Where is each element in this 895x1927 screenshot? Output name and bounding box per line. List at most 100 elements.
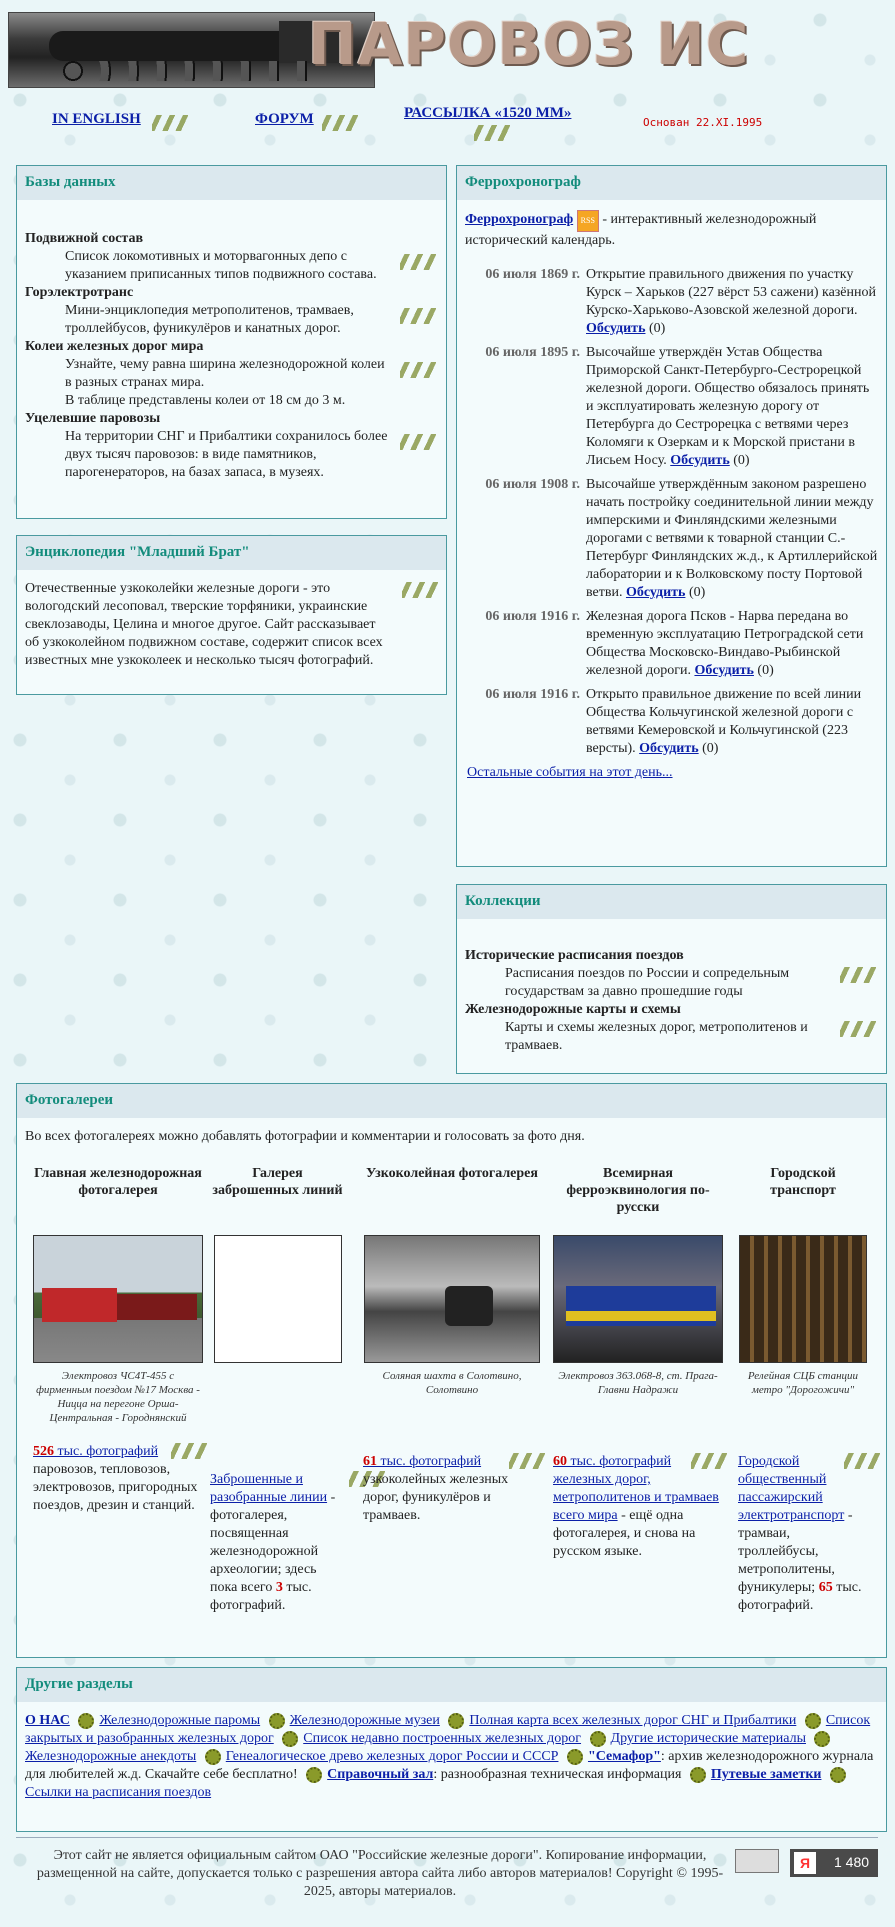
full-map-link[interactable]: Полная карта всех железных дорог СНГ и П… (469, 1713, 796, 1728)
collection-desc: Расписания поездов по России и сопредель… (505, 966, 790, 999)
collection-desc: Карты и схемы железных дорог, метрополит… (505, 1020, 808, 1053)
mail-icon[interactable] (735, 1849, 779, 1873)
site-logo[interactable]: ПАРОВОЗ ИС (308, 10, 749, 78)
genealogy-link[interactable]: Генеалогическое древо железных дорог Рос… (226, 1749, 559, 1764)
discuss-link[interactable]: Обсудить (626, 585, 685, 600)
gallery-title[interactable]: Главная железнодорожная фотогалерея (33, 1165, 203, 1235)
gear-icon (78, 1712, 95, 1729)
chevron-icon[interactable] (840, 967, 876, 983)
panel-title: Фотогалереи (17, 1084, 886, 1118)
gallery-title[interactable]: Всемирная ферроэквинология по-русски (553, 1165, 723, 1235)
event-date: 06 июля 1895 г. (485, 345, 580, 360)
comment-count: (0) (645, 321, 666, 336)
gallery-link[interactable]: 526 тыс. фотографий (33, 1444, 158, 1459)
encyclopedia-text: Отечественные узкоколейки железные дорог… (25, 581, 383, 668)
chevron-icon[interactable] (171, 1443, 207, 1459)
forum-link[interactable]: ФОРУМ (255, 111, 314, 128)
gallery-photo[interactable] (553, 1235, 723, 1363)
db-item-title[interactable]: Горэлектротранс (25, 285, 133, 300)
discuss-link[interactable]: Обсудить (670, 453, 729, 468)
event-row: 06 июля 1916 г. Открыто правильное движе… (465, 686, 878, 758)
chevron-icon[interactable] (400, 362, 436, 378)
gallery-caption: Электровоз 363.068-8, ст. Прага-Главни Н… (558, 1370, 718, 1396)
db-item-title[interactable]: Колеи железных дорог мира (25, 339, 203, 354)
gallery-title[interactable]: Узкоколейная фотогалерея (363, 1165, 541, 1235)
databases-panel: Базы данных Подвижной состав Список локо… (16, 165, 447, 519)
gallery-link[interactable]: Заброшенные и разобранные линии (210, 1472, 327, 1505)
collection-title[interactable]: Исторические расписания поездов (465, 948, 684, 963)
about-link[interactable]: О НАС (25, 1713, 70, 1728)
gallery-link[interactable]: Городской общественный пассажирский элек… (738, 1454, 844, 1523)
gallery-title[interactable]: Галерея заброшенных линий (210, 1165, 345, 1235)
history-link[interactable]: Другие исторические материалы (611, 1731, 806, 1746)
gallery-photo[interactable] (739, 1235, 867, 1363)
gallery-photo[interactable] (364, 1235, 540, 1363)
panel-title: Другие разделы (17, 1668, 886, 1702)
yandex-counter[interactable]: Я 1 480 (790, 1849, 878, 1877)
gear-icon (689, 1766, 706, 1783)
mailing-link[interactable]: РАССЫЛКА «1520 ММ» (404, 105, 571, 122)
discuss-link[interactable]: Обсудить (586, 321, 645, 336)
comment-count: (0) (698, 741, 719, 756)
gallery-caption (210, 1369, 345, 1453)
chevron-icon[interactable] (509, 1453, 545, 1469)
comment-count: (0) (729, 453, 750, 468)
chevron-icon (474, 125, 510, 141)
gallery-photo[interactable] (33, 1235, 203, 1363)
collections-panel: Коллекции Исторические расписания поездо… (456, 884, 887, 1074)
gallery-caption: Соляная шахта в Солотвино, Солотвино (382, 1370, 522, 1396)
event-text: Открытие правильного движения по участку… (586, 267, 877, 318)
semafor-link[interactable]: "Семафор" (588, 1749, 661, 1764)
ferries-link[interactable]: Железнодорожные паромы (99, 1713, 260, 1728)
chevron-icon[interactable] (840, 1021, 876, 1037)
db-item-desc: На территории СНГ и Прибалтики сохранило… (65, 429, 388, 480)
new-roads-link[interactable]: Список недавно построенных железных доро… (303, 1731, 581, 1746)
db-item-desc: Список локомотивных и моторвагонных депо… (65, 249, 377, 282)
schedules-link[interactable]: Ссылки на расписания поездов (25, 1785, 211, 1800)
chevron-icon[interactable] (402, 582, 438, 598)
jokes-link[interactable]: Железнодорожные анекдоты (25, 1749, 196, 1764)
panel-title[interactable]: Энциклопедия "Младший Брат" (17, 536, 446, 570)
gear-icon (804, 1712, 821, 1729)
gallery-abandoned: Галерея заброшенных линий Заброшенные и … (210, 1165, 385, 1615)
gallery-photo[interactable] (213, 1235, 342, 1363)
event-date: 06 июля 1916 г. (485, 609, 580, 624)
ferrochronograph-panel: Феррохронограф Феррохронограф RSS - инте… (456, 165, 887, 867)
comment-count: (0) (685, 585, 706, 600)
gallery-title[interactable]: Городской транспорт (738, 1165, 868, 1235)
chevron-icon[interactable] (400, 434, 436, 450)
collection-title[interactable]: Железнодорожные карты и схемы (465, 1002, 681, 1017)
chevron-icon (152, 115, 188, 131)
founded-date: Основан 22.XI.1995 (643, 116, 763, 129)
db-item-title[interactable]: Подвижной состав (25, 231, 143, 246)
chevron-icon[interactable] (844, 1453, 880, 1469)
event-text: Высочайше утверждённым законом разрешено… (586, 477, 878, 600)
more-events-link[interactable]: Остальные события на этот день... (467, 765, 673, 780)
travel-notes-link[interactable]: Путевые заметки (711, 1767, 822, 1782)
db-item-title[interactable]: Уцелевшие паровозы (25, 411, 160, 426)
gear-icon (589, 1730, 606, 1747)
ferrochronograph-link[interactable]: Феррохронограф (465, 212, 573, 227)
rss-icon[interactable]: RSS (576, 210, 599, 232)
gallery-link[interactable]: 61 тыс. фотографий (363, 1454, 481, 1469)
chevron-icon[interactable] (400, 254, 436, 270)
panel-title: Базы данных (17, 166, 446, 200)
chevron-icon[interactable] (691, 1453, 727, 1469)
divider (16, 1837, 878, 1838)
event-row: 06 июля 1908 г. Высочайше утверждённым з… (465, 476, 878, 602)
site-header: ПАРОВОЗ ИС (8, 8, 888, 90)
discuss-link[interactable]: Обсудить (639, 741, 698, 756)
gallery-caption: Релейная СЦБ станции метро "Дорогожичи" (747, 1370, 859, 1396)
event-text: Высочайше утверждён Устав Общества Примо… (586, 345, 870, 468)
gallery-desc: узкоколейных железных дорог, фуникулёров… (363, 1472, 509, 1523)
event-row: 06 июля 1869 г. Открытие правильного дви… (465, 266, 878, 338)
english-link[interactable]: IN ENGLISH (52, 111, 141, 128)
discuss-link[interactable]: Обсудить (694, 663, 753, 678)
reference-link[interactable]: Справочный зал (327, 1767, 433, 1782)
event-row: 06 июля 1895 г. Высочайше утверждён Уста… (465, 344, 878, 470)
gear-icon (814, 1730, 831, 1747)
gallery-main: Главная железнодорожная фотогалерея Элек… (33, 1165, 207, 1515)
museums-link[interactable]: Железнодорожные музеи (290, 1713, 440, 1728)
chevron-icon[interactable] (400, 308, 436, 324)
event-date: 06 июля 1916 г. (485, 687, 580, 702)
